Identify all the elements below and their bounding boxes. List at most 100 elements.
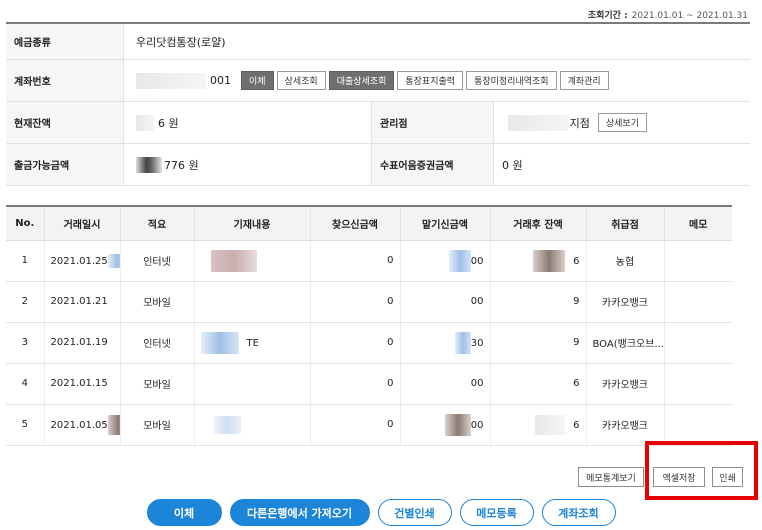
memo-register-button[interactable]: 메모등록 bbox=[459, 499, 534, 526]
withdrawable-cell: 776 원 bbox=[124, 144, 372, 185]
masked-withdrawable bbox=[136, 156, 162, 173]
branch-detail-button[interactable]: 상세보기 bbox=[597, 113, 647, 132]
transaction-table: No. 거래일시 적요 기재내용 찾으신금액 맡기신금액 거래후 잔액 취급점 … bbox=[6, 205, 732, 446]
row-withdraw: 0 bbox=[309, 240, 400, 282]
table-row: 5 2021.01.05 모바일 0 00 6 카카오뱅크 bbox=[6, 404, 732, 446]
deposit-type-row: 예금종류 우리닷컴통장(로얄) bbox=[6, 24, 750, 60]
row-deposit-text: 00 bbox=[470, 419, 484, 431]
row-description-text: TE bbox=[246, 337, 259, 349]
row-balance: 9 bbox=[489, 322, 586, 364]
red-highlight-box bbox=[645, 441, 758, 500]
row-deposit: 30 bbox=[399, 322, 490, 364]
balance-label: 현재잔액 bbox=[6, 102, 124, 143]
row-type: 인터넷 bbox=[119, 322, 194, 364]
row-deposit: 00 bbox=[399, 240, 490, 282]
check-amount-value: 0 원 bbox=[502, 158, 523, 172]
inquiry-period: 조회기간 :2021.01.01 ~ 2021.01.31 bbox=[588, 8, 748, 21]
passbook-cover-print-button[interactable]: 통장표지출력 bbox=[397, 71, 464, 90]
row-branch: 카카오뱅크 bbox=[585, 404, 664, 446]
header-memo: 메모 bbox=[663, 205, 732, 241]
row-no: 4 bbox=[6, 363, 44, 405]
account-inquiry-button[interactable]: 계좌조회 bbox=[541, 499, 616, 526]
header-deposit: 맡기신금액 bbox=[399, 205, 490, 241]
row-balance-text: 6 bbox=[573, 419, 580, 431]
row-balance: 6 bbox=[489, 404, 586, 446]
row-description bbox=[193, 240, 310, 282]
account-number-row: 계좌번호 001 이체 상세조회 대출상세조회 통장표지출력 통장미정리내역조회… bbox=[6, 60, 750, 102]
loan-detail-button[interactable]: 대출상세조회 bbox=[328, 71, 395, 90]
detail-inquiry-button[interactable]: 상세조회 bbox=[276, 71, 326, 90]
row-no: 5 bbox=[6, 404, 44, 446]
masked-balance bbox=[136, 114, 154, 131]
header-description: 기재내용 bbox=[193, 205, 310, 241]
row-memo[interactable] bbox=[663, 404, 732, 446]
row-memo[interactable] bbox=[663, 240, 732, 282]
masked-account-number bbox=[136, 72, 206, 89]
row-branch: 농협 bbox=[585, 240, 664, 282]
header-no: No. bbox=[6, 205, 44, 241]
unorganized-history-button[interactable]: 통장미정리내역조회 bbox=[466, 71, 557, 90]
deposit-type-value: 우리닷컴통장(로얄) bbox=[136, 35, 226, 49]
table-row: 4 2021.01.15 모바일 0 00 6 카카오뱅크 bbox=[6, 363, 732, 405]
row-description bbox=[193, 404, 310, 446]
row-type: 모바일 bbox=[119, 363, 194, 405]
account-info-panel: 예금종류 우리닷컴통장(로얄) 계좌번호 001 이체 상세조회 대출상세조회 … bbox=[6, 22, 750, 186]
masked-balance-cell bbox=[535, 414, 566, 435]
withdrawable-row: 출금가능금액 776 원 수표어음증권금액 0 원 bbox=[6, 144, 750, 186]
account-management-button[interactable]: 계좌관리 bbox=[559, 71, 609, 90]
transfer-small-button[interactable]: 이체 bbox=[241, 71, 274, 90]
row-date-text: 2021.01.05 bbox=[50, 419, 108, 431]
table-header-row: No. 거래일시 적요 기재내용 찾으신금액 맡기신금액 거래후 잔액 취급점 … bbox=[6, 205, 732, 241]
balance-value: 6 원 bbox=[158, 116, 179, 130]
row-description: TE bbox=[193, 322, 310, 364]
row-balance-text: 6 bbox=[573, 255, 580, 267]
row-branch: 카카오뱅크 bbox=[585, 281, 664, 323]
row-description bbox=[193, 363, 310, 405]
row-balance: 6 bbox=[489, 240, 586, 282]
row-memo[interactable] bbox=[663, 281, 732, 323]
masked-time bbox=[107, 414, 120, 435]
branch-value: 지점 bbox=[569, 116, 590, 130]
row-withdraw: 0 bbox=[309, 322, 400, 364]
row-withdraw: 0 bbox=[309, 404, 400, 446]
branch-label: 관리점 bbox=[372, 102, 494, 143]
transfer-button[interactable]: 이체 bbox=[146, 499, 222, 526]
row-no: 2 bbox=[6, 281, 44, 323]
row-date: 2021.01.19 bbox=[43, 322, 120, 364]
row-date: 2021.01.25 bbox=[43, 240, 120, 282]
row-deposit: 00 bbox=[399, 404, 490, 446]
masked-description bbox=[210, 249, 257, 272]
account-number-label: 계좌번호 bbox=[6, 60, 124, 101]
row-withdraw: 0 bbox=[309, 281, 400, 323]
check-amount-label: 수표어음증권금액 bbox=[372, 144, 494, 185]
masked-deposit bbox=[444, 413, 471, 436]
masked-deposit bbox=[454, 331, 471, 354]
branch-cell: 지점 상세보기 bbox=[494, 102, 750, 143]
row-balance: 9 bbox=[489, 281, 586, 323]
inquiry-period-range: 2021.01.01 ~ 2021.01.31 bbox=[631, 11, 748, 21]
table-row: 2 2021.01.21 모바일 0 00 9 카카오뱅크 bbox=[6, 281, 732, 323]
row-memo[interactable] bbox=[663, 322, 732, 364]
import-other-bank-button[interactable]: 다른은행에서 가져오기 bbox=[229, 499, 370, 526]
print-each-button[interactable]: 건별인쇄 bbox=[377, 499, 452, 526]
row-date: 2021.01.21 bbox=[43, 281, 120, 323]
masked-time bbox=[107, 253, 120, 268]
row-branch: BOA(뱅크오브... bbox=[585, 322, 664, 364]
masked-description bbox=[200, 331, 239, 354]
row-deposit-text: 00 bbox=[470, 255, 484, 267]
row-type: 인터넷 bbox=[119, 240, 194, 282]
row-withdraw: 0 bbox=[309, 363, 400, 405]
table-row: 1 2021.01.25 인터넷 0 00 6 농협 bbox=[6, 240, 732, 282]
row-no: 3 bbox=[6, 322, 44, 364]
inquiry-period-label: 조회기간 : bbox=[587, 11, 628, 21]
row-memo[interactable] bbox=[663, 363, 732, 405]
row-description bbox=[193, 281, 310, 323]
masked-balance-cell bbox=[533, 249, 566, 272]
memo-stats-button[interactable]: 메모통계보기 bbox=[578, 467, 644, 487]
row-no: 1 bbox=[6, 240, 44, 282]
masked-branch bbox=[507, 114, 568, 131]
header-balance: 거래후 잔액 bbox=[489, 205, 586, 241]
withdrawable-label: 출금가능금액 bbox=[6, 144, 124, 185]
balance-branch-row: 현재잔액 6 원 관리점 지점 상세보기 bbox=[6, 102, 750, 144]
row-date-text: 2021.01.25 bbox=[50, 255, 108, 267]
